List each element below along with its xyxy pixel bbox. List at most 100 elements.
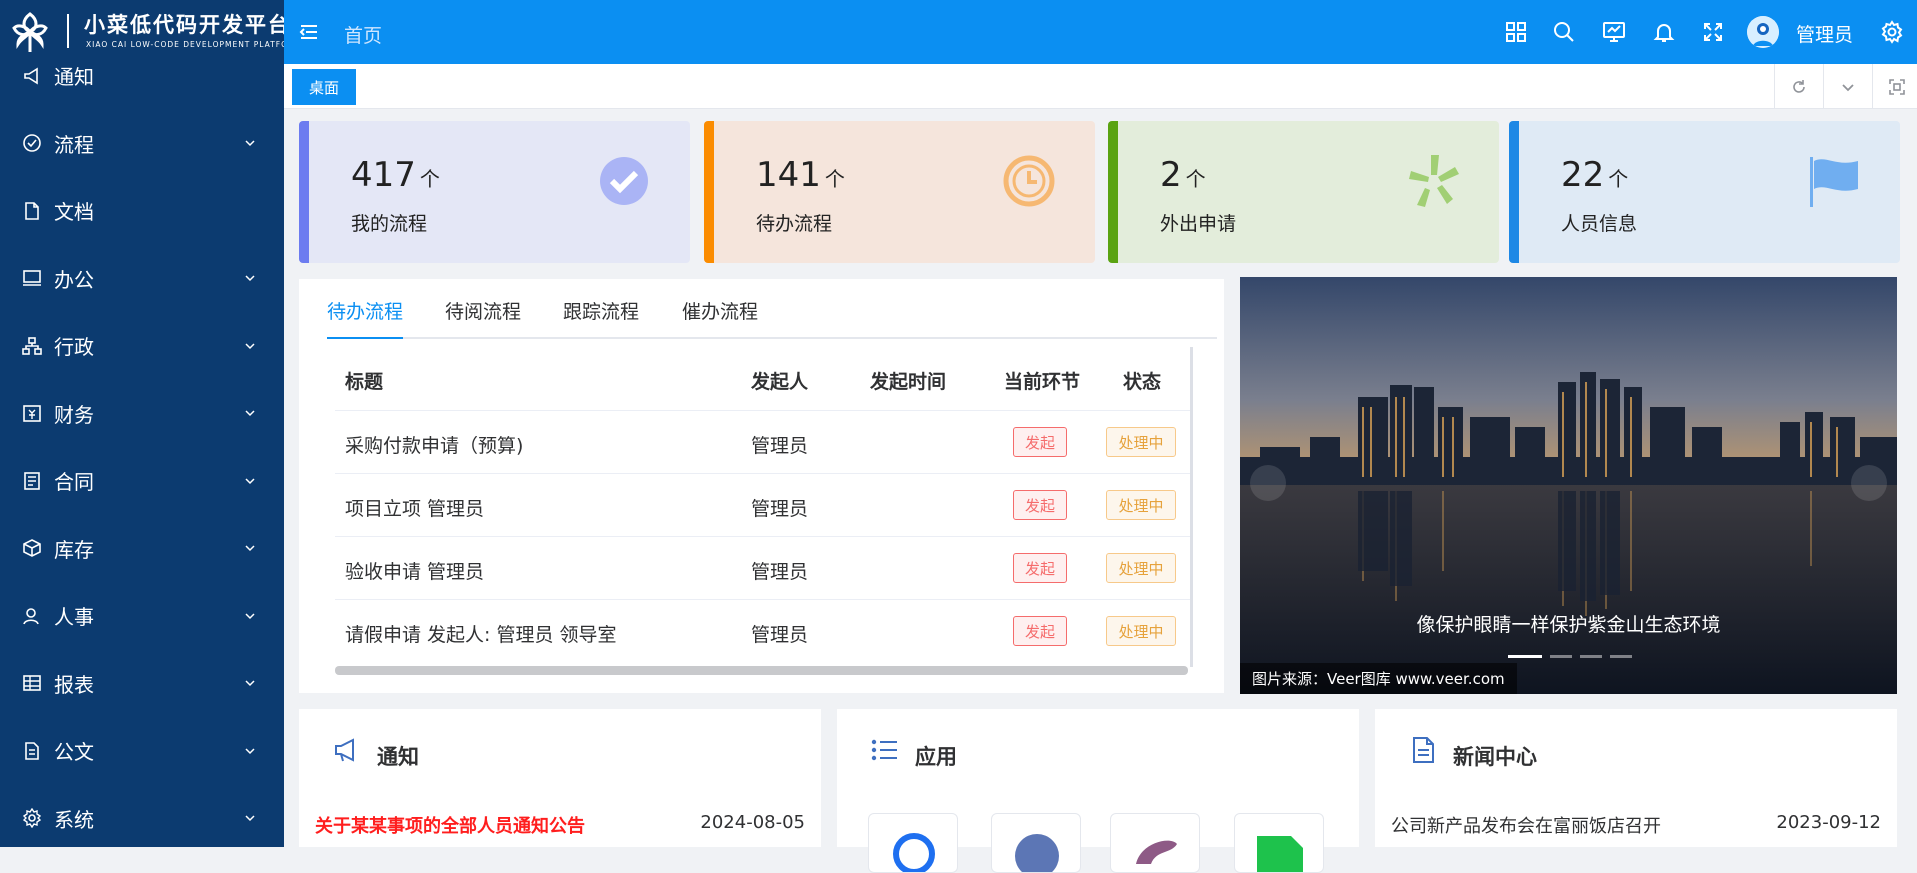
stat-value-row: 141 个 — [756, 155, 845, 195]
notification-icon — [22, 66, 42, 86]
sidebar-item-2[interactable]: 文档 — [0, 177, 284, 245]
row-title[interactable]: 项目立项 管理员 — [345, 494, 484, 521]
carousel-dot[interactable] — [1550, 655, 1572, 658]
column-start-time[interactable]: 发起时间 — [870, 367, 946, 394]
stat-unit: 个 — [1185, 167, 1206, 191]
check-badge-icon — [596, 153, 652, 209]
chevron-down-icon[interactable] — [1823, 64, 1872, 109]
sidebar-item-9[interactable]: 报表 — [0, 650, 284, 718]
sidebar-item-label: 报表 — [54, 672, 94, 697]
tab-urge-flow[interactable]: 催办流程 — [682, 297, 758, 324]
table-right-border — [1190, 347, 1193, 667]
row-title[interactable]: 请假申请 发起人: 管理员 领导室 — [345, 620, 617, 647]
column-status[interactable]: 状态 — [1123, 367, 1161, 394]
stat-value-row: 2个 — [1160, 155, 1206, 195]
sidebar-item-label: 通知 — [54, 65, 94, 90]
stat-accent-bar — [704, 121, 714, 263]
tab-tracking-flow[interactable]: 跟踪流程 — [563, 297, 639, 324]
row-initiator: 管理员 — [751, 435, 809, 457]
tab-pending-flow[interactable]: 待办流程 — [327, 297, 403, 324]
carousel-dot[interactable] — [1610, 655, 1632, 658]
workflow-panel: 待办流程 待阅流程 跟踪流程 催办流程 标题 发起人 发起时间 当前环节 状态 … — [299, 279, 1224, 693]
image-carousel[interactable]: 像保护眼睛一样保护紫金山生态环境 图片来源：Veer图库 www.veer.co… — [1240, 277, 1897, 694]
chevron-down-icon — [244, 812, 256, 824]
menu-collapse-icon[interactable] — [297, 20, 321, 44]
stat-card[interactable]: 417 个我的流程 — [299, 121, 690, 263]
status-tag: 处理中 — [1106, 427, 1176, 457]
sidebar-item-3[interactable]: 办公 — [0, 245, 284, 313]
sidebar-item-5[interactable]: 财务 — [0, 380, 284, 448]
table-row[interactable]: 采购付款申请（预算) 管理员 发起 处理中 — [335, 410, 1190, 473]
refresh-icon[interactable] — [1774, 64, 1823, 109]
carousel-dot[interactable] — [1580, 655, 1602, 658]
chevron-down-icon — [244, 407, 256, 419]
search-icon[interactable] — [1552, 20, 1576, 44]
carousel-image-source: 图片来源：Veer图库 www.veer.com — [1240, 663, 1517, 694]
breadcrumb-home[interactable]: 首页 — [344, 21, 382, 48]
column-initiator[interactable]: 发起人 — [751, 367, 808, 394]
table-row[interactable]: 项目立项 管理员 管理员 发起 处理中 — [335, 473, 1190, 536]
stat-unit: 个 — [1608, 167, 1629, 191]
table-row[interactable]: 验收申请 管理员 管理员 发起 处理中 — [335, 536, 1190, 599]
horizontal-scrollbar[interactable] — [335, 666, 1188, 675]
tab-to-read-flow[interactable]: 待阅流程 — [445, 297, 521, 324]
person-icon — [22, 606, 42, 626]
avatar[interactable] — [1747, 16, 1779, 48]
brand-subtitle: XIAO CAI LOW-CODE DEVELOPMENT PLATFORM — [86, 40, 302, 49]
app-slate-icon — [1015, 834, 1059, 872]
app-tile[interactable] — [991, 813, 1081, 873]
row-title[interactable]: 验收申请 管理员 — [345, 557, 484, 584]
bell-icon[interactable] — [1652, 20, 1676, 44]
sidebar-item-11[interactable]: 系统 — [0, 785, 284, 853]
sidebar-item-label: 系统 — [54, 807, 94, 832]
chevron-down-icon — [244, 475, 256, 487]
grid-icon[interactable] — [1504, 20, 1528, 44]
app-tile[interactable] — [1234, 813, 1324, 873]
brand-flower-icon — [8, 8, 52, 54]
username[interactable]: 管理员 — [1796, 20, 1853, 47]
sidebar-item-7[interactable]: 库存 — [0, 515, 284, 583]
tab-desktop[interactable]: 桌面 — [292, 69, 356, 105]
sidebar-item-6[interactable]: 合同 — [0, 447, 284, 515]
brand-divider — [67, 14, 69, 48]
screen-icon[interactable] — [1602, 20, 1626, 44]
stat-card[interactable]: 141 个待办流程 — [704, 121, 1095, 263]
tab-bar: 桌面 — [284, 64, 1917, 109]
sidebar-item-label: 库存 — [54, 537, 94, 562]
sidebar-item-1[interactable]: 流程 — [0, 110, 284, 178]
stat-unit: 个 — [824, 167, 845, 191]
sidebar-item-10[interactable]: 公文 — [0, 717, 284, 785]
workflow-tabs: 待办流程 待阅流程 跟踪流程 催办流程 — [327, 279, 1217, 339]
maximize-icon[interactable] — [1872, 64, 1917, 109]
sidebar-item-label: 合同 — [54, 470, 94, 495]
sidebar-item-4[interactable]: 行政 — [0, 312, 284, 380]
status-tag: 处理中 — [1106, 553, 1176, 583]
app-tile[interactable] — [868, 813, 958, 873]
chevron-down-icon — [244, 677, 256, 689]
chevron-down-icon — [244, 745, 256, 757]
column-current-step[interactable]: 当前环节 — [1004, 367, 1080, 394]
news-item-title[interactable]: 公司新产品发布会在富丽饭店召开 — [1391, 812, 1661, 838]
carousel-prev-icon[interactable] — [1250, 465, 1286, 501]
row-title[interactable]: 采购付款申请（预算) — [345, 431, 523, 458]
brand-logo[interactable]: 小菜低代码开发平台 XIAO CAI LOW-CODE DEVELOPMENT … — [0, 0, 301, 64]
notice-item-date: 2024-08-05 — [700, 812, 805, 833]
status-tag: 处理中 — [1106, 616, 1176, 646]
carousel-next-icon[interactable] — [1851, 465, 1887, 501]
notice-card: 通知 关于某某事项的全部人员通知公告 2024-08-05 — [299, 709, 821, 847]
app-tile[interactable] — [1110, 813, 1200, 873]
carousel-dot[interactable] — [1508, 655, 1542, 658]
stat-card[interactable]: 22 个人员信息 — [1509, 121, 1900, 263]
sidebar-item-8[interactable]: 人事 — [0, 582, 284, 650]
table-row[interactable]: 请假申请 发起人: 管理员 领导室 管理员 发起 处理中 — [335, 599, 1190, 662]
step-tag: 发起 — [1013, 427, 1067, 457]
megaphone-icon — [332, 735, 362, 765]
fullscreen-icon[interactable] — [1701, 20, 1725, 44]
notice-item-title[interactable]: 关于某某事项的全部人员通知公告 — [315, 812, 585, 838]
contract-icon — [22, 471, 42, 491]
stat-value: 417 — [351, 155, 416, 195]
stat-card[interactable]: 2 个外出申请 — [1108, 121, 1499, 263]
settings-icon[interactable] — [1880, 20, 1904, 44]
gear-icon — [22, 808, 42, 829]
column-title[interactable]: 标题 — [345, 367, 383, 394]
